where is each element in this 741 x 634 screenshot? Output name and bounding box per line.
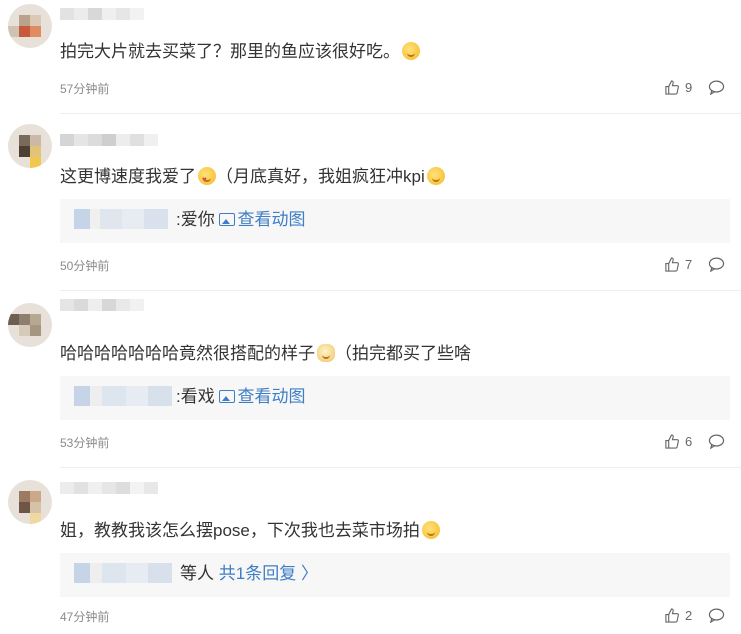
comment-text: 姐，教教我该怎么摆pose，下次我也去菜市场拍	[60, 519, 440, 543]
like-count: 7	[685, 257, 693, 272]
reply-box[interactable]: 等人 共1条回复 〉	[60, 553, 730, 597]
comment-text: 拍完大片就去买菜了？那里的鱼应该很好吃。	[60, 40, 420, 64]
reply-box[interactable]: :爱你 查看动图	[60, 199, 730, 243]
username-blurred[interactable]	[60, 134, 158, 146]
like-button[interactable]: 9	[664, 80, 692, 95]
comment-item: 这更博速度我爱了（月底真好，我姐疯狂冲kpi :爱你 查看动图 50分钟前 7	[0, 114, 741, 290]
doge-emoji-icon	[317, 344, 335, 362]
comment-item: 拍完大片就去买菜了？那里的鱼应该很好吃。 57分钟前 9	[0, 0, 741, 110]
like-count: 6	[685, 434, 693, 449]
thumbs-up-icon	[665, 80, 679, 95]
comment-icon[interactable]	[708, 608, 725, 623]
chevron-right-icon: 〉	[300, 564, 318, 583]
reply-username-blurred[interactable]	[74, 386, 172, 406]
reply-text: :爱你 查看动图	[176, 210, 306, 229]
avatar[interactable]	[8, 4, 52, 48]
shy-emoji-icon	[421, 521, 440, 539]
view-replies-link[interactable]: 共1条回复 〉	[219, 564, 318, 583]
reply-username-blurred[interactable]	[74, 209, 168, 229]
view-gif-link[interactable]: 查看动图	[219, 387, 305, 406]
username-blurred[interactable]	[60, 8, 144, 20]
like-button[interactable]: 7	[664, 257, 692, 272]
comment-text: 哈哈哈哈哈哈哈竟然很搭配的样子 （拍完都买了些啥	[60, 344, 471, 363]
comment-item: 姐，教教我该怎么摆pose，下次我也去菜市场拍 等人 共1条回复 〉 47分钟前…	[0, 468, 741, 634]
like-button[interactable]: 6	[664, 434, 692, 449]
avatar[interactable]	[8, 303, 52, 347]
username-blurred[interactable]	[60, 299, 144, 311]
comment-text: 这更博速度我爱了（月底真好，我姐疯狂冲kpi	[60, 165, 445, 192]
like-button[interactable]: 2	[664, 608, 692, 623]
image-icon	[219, 213, 236, 226]
image-icon	[219, 390, 236, 403]
comment-time: 47分钟前	[60, 610, 110, 624]
comment-time: 57分钟前	[60, 82, 110, 96]
comment-time: 53分钟前	[60, 436, 110, 450]
comment-item: 哈哈哈哈哈哈哈竟然很搭配的样子 （拍完都买了些啥 :看戏 查看动图 53分钟前 6	[0, 291, 741, 467]
reply-box[interactable]: :看戏 查看动图	[60, 376, 730, 420]
thumbs-up-icon	[665, 257, 679, 272]
comment-icon[interactable]	[708, 434, 725, 449]
avatar[interactable]	[8, 124, 52, 168]
thumbs-up-icon	[665, 608, 679, 623]
thumbs-up-icon	[665, 434, 679, 449]
reply-text: :看戏 查看动图	[176, 387, 306, 406]
like-count: 2	[685, 608, 693, 623]
reply-text: 等人 共1条回复 〉	[180, 564, 318, 583]
heart-eyes-emoji-icon	[198, 167, 216, 192]
view-gif-link[interactable]: 查看动图	[219, 210, 305, 229]
reply-username-blurred[interactable]	[74, 563, 172, 583]
comment-time: 50分钟前	[60, 259, 110, 273]
comment-icon[interactable]	[708, 80, 725, 95]
avatar[interactable]	[8, 480, 52, 524]
shy-emoji-icon	[426, 167, 445, 185]
laugh-emoji-icon	[402, 42, 420, 60]
comment-icon[interactable]	[708, 257, 725, 272]
like-count: 9	[685, 80, 693, 95]
username-blurred[interactable]	[60, 482, 158, 494]
